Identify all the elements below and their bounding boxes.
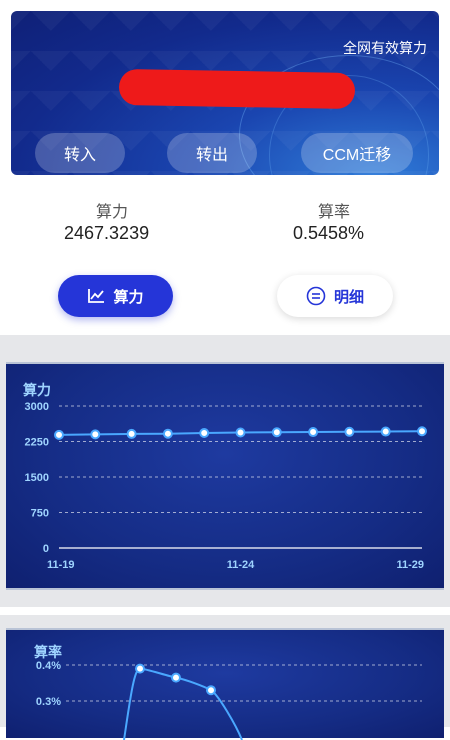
power-label: 算力 — [96, 204, 129, 221]
power-line-chart: 3000 2250 1500 750 0 11-19 11-24 11-29 — [25, 401, 427, 571]
y-tick-label: 3000 — [25, 401, 49, 413]
banner-card: 全网有效算力 转入 转出 CCM迁移 — [11, 11, 439, 175]
data-point — [380, 426, 391, 437]
data-point — [135, 663, 145, 674]
rate-value: 0.5458% — [293, 223, 365, 243]
list-circle-icon — [306, 286, 326, 306]
network-power-title: 全网有效算力 — [343, 40, 427, 56]
detail-button-label: 明细 — [333, 288, 364, 306]
y-tick-label: 0 — [43, 543, 49, 555]
transfer-out-button[interactable]: 转出 — [167, 133, 257, 173]
data-point — [417, 426, 427, 437]
rate-chart-panel: 算率 0.4% 0.3% — [6, 628, 444, 740]
x-tick-label: 11-19 — [47, 559, 75, 571]
data-point — [90, 429, 101, 440]
data-point — [126, 428, 137, 439]
data-point — [206, 685, 216, 696]
data-point — [199, 427, 210, 438]
data-point — [171, 672, 181, 683]
x-tick-label: 11-29 — [396, 559, 424, 571]
rate-line-chart: 0.4% 0.3% — [36, 660, 422, 740]
redacted-value — [118, 68, 356, 110]
transfer-in-button[interactable]: 转入 — [35, 133, 125, 173]
x-tick-label: 11-24 — [227, 559, 255, 571]
y-tick-label: 1500 — [25, 472, 49, 484]
power-chart-button[interactable]: 算力 — [58, 275, 173, 317]
rate-label: 算率 — [318, 204, 351, 221]
rate-series-line — [123, 667, 243, 740]
data-point — [235, 427, 246, 438]
y-tick-label: 750 — [31, 508, 49, 520]
data-point — [162, 428, 173, 439]
line-chart-icon — [88, 289, 105, 303]
power-value: 2467.3239 — [64, 223, 150, 243]
data-point — [54, 429, 64, 440]
data-point — [308, 427, 319, 438]
ccm-migrate-button[interactable]: CCM迁移 — [301, 133, 413, 173]
power-button-label: 算力 — [113, 288, 144, 306]
power-chart-panel: 算力 3000 2250 1500 750 0 11-19 11-24 11-29 — [6, 362, 444, 590]
detail-button[interactable]: 明细 — [277, 275, 393, 317]
data-point — [271, 427, 282, 438]
y-tick-label: 0.3% — [36, 696, 61, 708]
y-tick-label: 2250 — [25, 437, 49, 449]
data-point — [344, 426, 355, 437]
y-tick-label: 0.4% — [36, 660, 61, 672]
